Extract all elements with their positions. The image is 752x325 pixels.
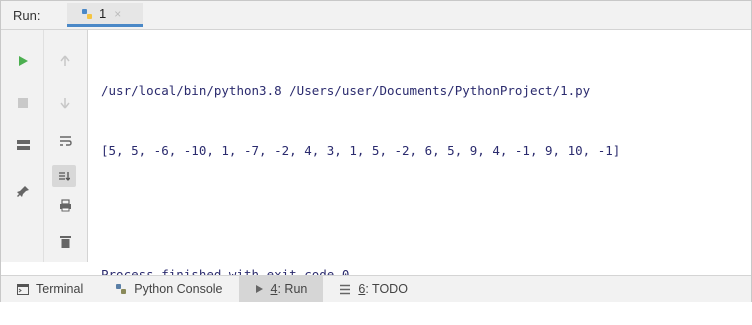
tab-run-label: : Run <box>277 282 308 296</box>
bottom-tool-bar: Terminal Python Console 4: Run 6: TODO <box>1 275 751 302</box>
toolbar-divider <box>43 30 44 262</box>
tab-terminal-label: Terminal <box>36 282 84 296</box>
run-tab-label: 1 <box>99 6 107 21</box>
run-tool-window: Run: 1 × /usr/local/bin/python3.8 /Users… <box>0 0 752 302</box>
layout-icon[interactable] <box>13 135 33 155</box>
tab-todo-number: 6 <box>358 282 366 296</box>
terminal-icon <box>17 283 29 295</box>
tab-python-console[interactable]: Python Console <box>99 276 238 302</box>
stop-icon[interactable] <box>13 93 33 113</box>
scroll-to-end-icon[interactable] <box>52 165 76 187</box>
console-output-line: [5, 5, -6, -10, 1, -7, -2, 4, 3, 1, 5, -… <box>101 143 621 158</box>
tab-run-number: 4 <box>270 282 278 296</box>
run-icon <box>255 284 264 294</box>
play-icon[interactable] <box>13 51 33 71</box>
tab-todo-label: : TODO <box>365 282 408 296</box>
run-header: Run: 1 × <box>1 1 751 30</box>
print-icon[interactable] <box>55 195 75 215</box>
arrow-down-icon[interactable] <box>55 93 75 113</box>
tab-todo[interactable]: 6: TODO <box>323 276 424 302</box>
close-icon[interactable]: × <box>114 7 121 21</box>
python-file-icon <box>82 8 92 19</box>
pin-icon[interactable] <box>13 181 33 201</box>
soft-wrap-icon[interactable] <box>55 131 75 151</box>
arrow-up-icon[interactable] <box>55 51 75 71</box>
trash-icon[interactable] <box>55 231 75 251</box>
tab-terminal[interactable]: Terminal <box>1 276 99 302</box>
python-console-icon <box>115 283 127 295</box>
console-command-line: /usr/local/bin/python3.8 /Users/user/Doc… <box>101 83 591 98</box>
todo-icon <box>339 284 351 295</box>
tab-run[interactable]: 4: Run <box>238 276 324 302</box>
run-label: Run: <box>13 8 41 23</box>
tab-python-console-label: Python Console <box>134 282 223 296</box>
run-config-tab[interactable]: 1 × <box>67 3 143 27</box>
